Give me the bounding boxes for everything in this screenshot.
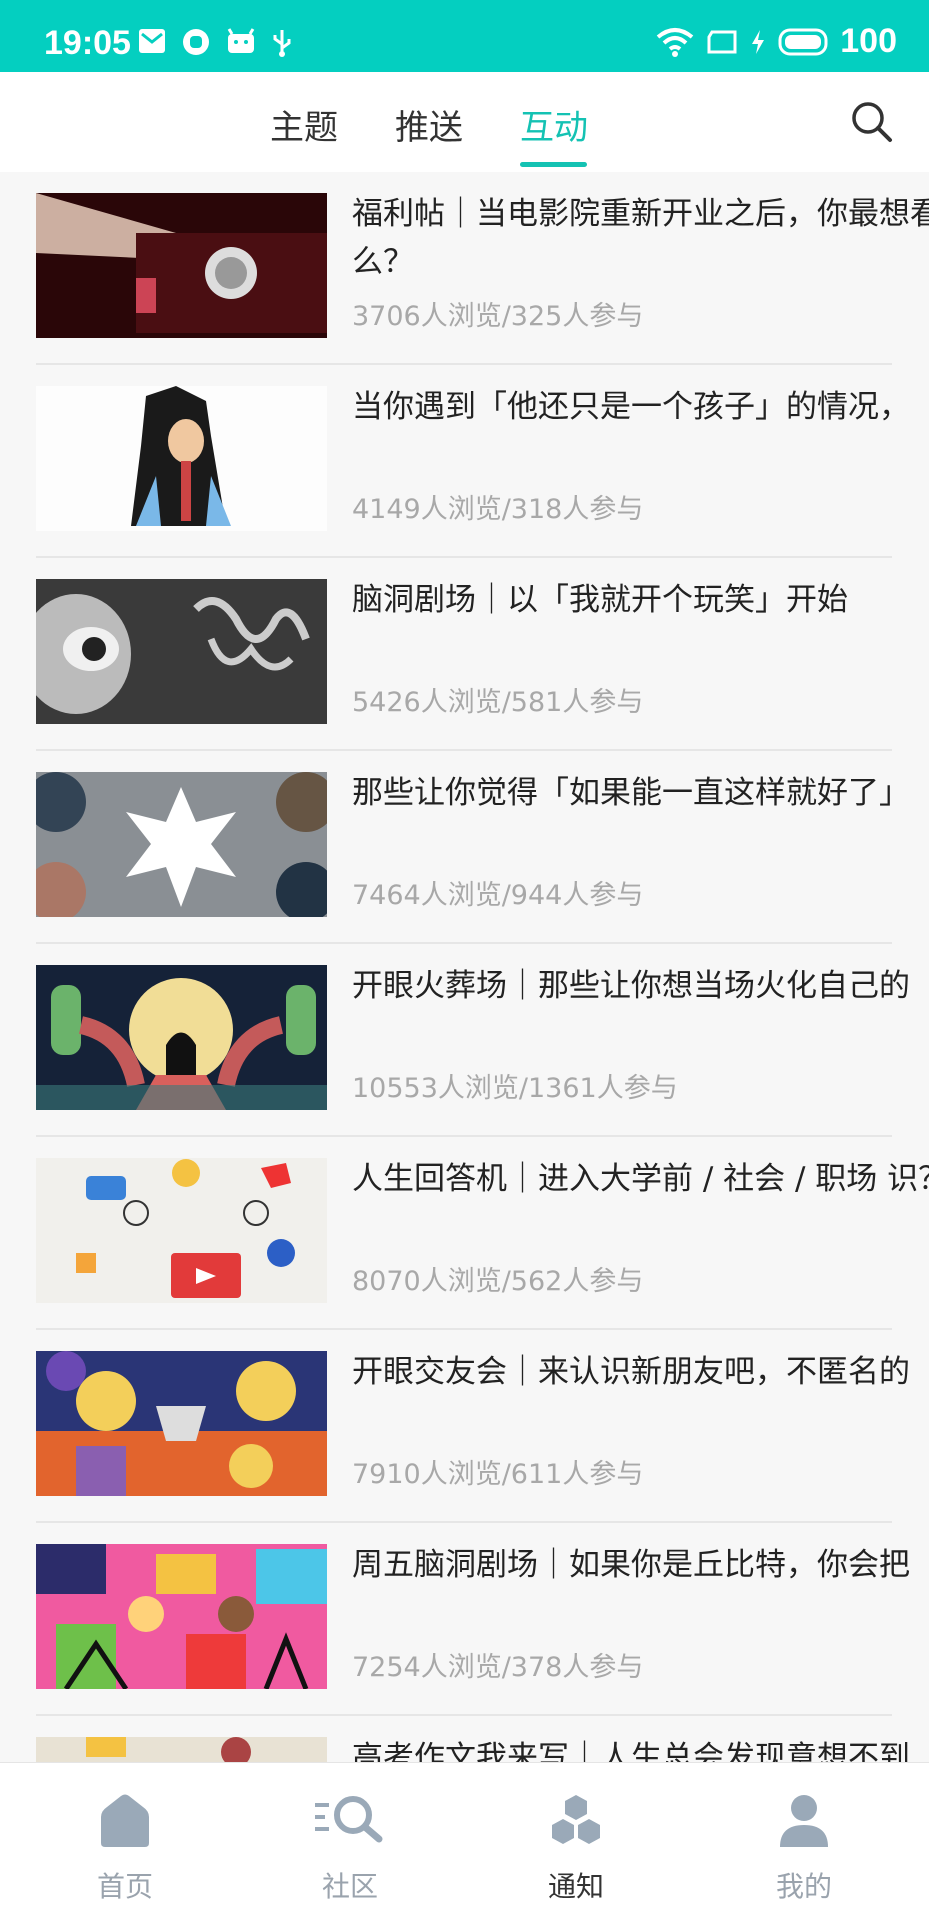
usb-icon bbox=[273, 30, 291, 57]
thumbnail-image bbox=[36, 772, 327, 917]
feed-item[interactable]: 当你遇到「他还只是一个孩子」的情况， 4149人浏览/318人参与 bbox=[36, 365, 910, 558]
status-notification-icons bbox=[138, 28, 292, 58]
item-title: 开眼交友会｜来认识新朋友吧，不匿名的 bbox=[352, 1354, 910, 1390]
notification-cubes-icon bbox=[547, 1793, 605, 1851]
profile-icon bbox=[778, 1793, 830, 1853]
thumbnail-image bbox=[36, 193, 327, 338]
nav-profile-label: 我的 bbox=[775, 1870, 832, 1903]
search-icon bbox=[852, 102, 892, 142]
item-title: 福利帖｜当电影院重新开业之后，你最想看什么？ bbox=[352, 196, 929, 280]
wifi-icon bbox=[656, 27, 694, 57]
nav-notifications[interactable]: 通知 bbox=[496, 1763, 656, 1921]
item-title: 人生回答机｜进入大学前 / 社会 / 职场 识？ bbox=[352, 1161, 929, 1197]
item-title: 那些让你觉得「如果能一直这样就好了」 bbox=[352, 775, 910, 811]
thumbnail-image bbox=[36, 1544, 327, 1689]
app-circle-icon bbox=[183, 29, 209, 55]
status-right: 100 bbox=[656, 22, 897, 61]
search-button[interactable] bbox=[850, 100, 894, 148]
item-stats: 7254人浏览/378人参与 bbox=[352, 1652, 644, 1683]
thumbnail-image bbox=[36, 1351, 327, 1496]
tab-topics[interactable]: 主题 bbox=[270, 100, 338, 149]
status-time: 19:05 bbox=[44, 24, 131, 62]
thumbnail-image bbox=[36, 965, 327, 1110]
battery-icon bbox=[778, 28, 828, 55]
nav-home[interactable]: 首页 bbox=[45, 1763, 205, 1921]
feed-item[interactable]: 开眼交友会｜来认识新朋友吧，不匿名的 7910人浏览/611人参与 bbox=[36, 1330, 910, 1523]
feed-item[interactable]: 人生回答机｜进入大学前 / 社会 / 职场 识？ 8070人浏览/562人参与 bbox=[36, 1137, 929, 1330]
mail-icon bbox=[139, 29, 165, 53]
status-bar: 19:05 100 bbox=[0, 0, 929, 72]
item-stats: 5426人浏览/581人参与 bbox=[352, 687, 644, 718]
tab-push[interactable]: 推送 bbox=[395, 100, 463, 149]
item-stats: 10553人浏览/1361人参与 bbox=[352, 1073, 678, 1104]
item-stats: 7464人浏览/944人参与 bbox=[352, 880, 644, 911]
bottom-nav-bar: 首页 社区 通知 我的 bbox=[0, 1762, 929, 1921]
home-icon bbox=[95, 1793, 155, 1853]
item-stats: 3706人浏览/325人参与 bbox=[352, 301, 644, 332]
nav-community[interactable]: 社区 bbox=[270, 1763, 430, 1921]
top-tab-bar: 主题 推送 互动 bbox=[0, 72, 929, 172]
thumbnail-image bbox=[36, 386, 327, 531]
thumbnail-image bbox=[36, 1737, 327, 1762]
item-title: 当你遇到「他还只是一个孩子」的情况， bbox=[352, 389, 910, 425]
active-tab-indicator bbox=[520, 162, 587, 167]
feed-item[interactable]: 周五脑洞剧场｜如果你是丘比特，你会把 7254人浏览/378人参与 bbox=[36, 1523, 910, 1716]
feed-item[interactable]: 福利帖｜当电影院重新开业之后，你最想看什么？ 3706人浏览/325人参与 bbox=[36, 172, 929, 365]
item-title: 脑洞剧场｜以「我就开个玩笑」开始 bbox=[352, 582, 848, 618]
feed-item[interactable]: 那些让你觉得「如果能一直这样就好了」 7464人浏览/944人参与 bbox=[36, 751, 910, 944]
feed-item[interactable]: 高考作文我来写｜人生总会发现意想不到 bbox=[36, 1716, 910, 1762]
nav-community-label: 社区 bbox=[321, 1870, 378, 1903]
charging-bolt-icon bbox=[752, 29, 765, 54]
thumbnail-image bbox=[36, 579, 327, 724]
feed-list: 福利帖｜当电影院重新开业之后，你最想看什么？ 3706人浏览/325人参与 当你… bbox=[0, 172, 929, 1762]
item-stats: 8070人浏览/562人参与 bbox=[352, 1266, 644, 1297]
nav-profile[interactable]: 我的 bbox=[724, 1763, 884, 1921]
android-icon bbox=[227, 28, 255, 53]
community-search-icon bbox=[313, 1793, 387, 1849]
screen-icon bbox=[707, 30, 737, 53]
feed-item[interactable]: 脑洞剧场｜以「我就开个玩笑」开始 5426人浏览/581人参与 bbox=[36, 558, 896, 751]
item-title: 高考作文我来写｜人生总会发现意想不到 bbox=[352, 1740, 910, 1762]
item-stats: 4149人浏览/318人参与 bbox=[352, 494, 644, 525]
battery-percent: 100 bbox=[840, 22, 897, 60]
item-title: 周五脑洞剧场｜如果你是丘比特，你会把 bbox=[352, 1547, 910, 1583]
feed-item[interactable]: 开眼火葬场｜那些让你想当场火化自己的 10553人浏览/1361人参与 bbox=[36, 944, 910, 1137]
tab-interaction[interactable]: 互动 bbox=[520, 100, 588, 149]
item-stats: 7910人浏览/611人参与 bbox=[352, 1459, 644, 1490]
thumbnail-image bbox=[36, 1158, 327, 1303]
item-title: 开眼火葬场｜那些让你想当场火化自己的 bbox=[352, 968, 910, 1004]
nav-home-label: 首页 bbox=[96, 1870, 153, 1903]
nav-notifications-label: 通知 bbox=[547, 1870, 604, 1903]
